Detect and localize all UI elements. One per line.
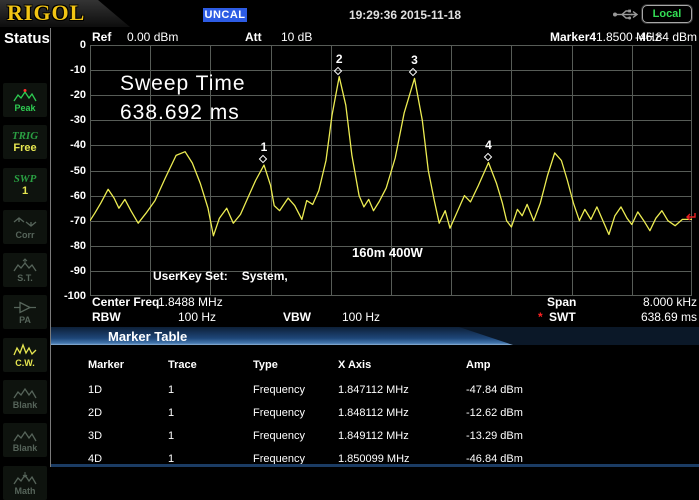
- y-axis-tick: -60: [50, 190, 86, 202]
- marker-3-number: 3: [407, 53, 421, 67]
- vbw-value: 100 Hz: [342, 310, 380, 324]
- y-axis-tick: -50: [50, 165, 86, 177]
- sweep-time-overlay-title: Sweep Time: [120, 72, 246, 96]
- marker-readout-label: Marker4: [550, 30, 596, 44]
- attenuation-value: 10 dB: [281, 30, 312, 44]
- y-axis-tick: -100: [50, 290, 86, 302]
- table-row-cell: 1.847112 MHz: [338, 384, 409, 396]
- swt-uncal-flag: *: [538, 310, 543, 324]
- table-row-cell: Frequency: [253, 384, 305, 396]
- column-header-xaxis: X Axis: [338, 359, 371, 371]
- sidebar-header: Status: [4, 30, 50, 47]
- ref-level-value: 0.00 dBm: [127, 30, 178, 44]
- sidebar-item-st[interactable]: S.T.: [3, 253, 47, 287]
- trace-end-marker: [686, 212, 696, 221]
- swt-value: 638.69 ms: [641, 310, 697, 324]
- math-waveform-icon: [13, 471, 37, 486]
- table-row-cell: 3D: [88, 430, 102, 442]
- usb-icon: [612, 8, 638, 21]
- sidebar-item-trig[interactable]: TRIG Free: [3, 125, 47, 159]
- clock-display: 19:29:36 2015-11-18: [340, 8, 470, 22]
- y-axis-tick: -40: [50, 139, 86, 151]
- sidebar-item-blank-1[interactable]: Blank: [3, 380, 47, 414]
- rigol-logo: RIGOL: [7, 0, 85, 26]
- sidebar-item-blank-2[interactable]: Blank: [3, 423, 47, 457]
- y-axis-tick: 0: [50, 39, 86, 51]
- marker-2-number: 2: [332, 52, 346, 66]
- marker-table-title: Marker Table: [108, 329, 187, 344]
- waveform-icon: [13, 385, 37, 400]
- column-header-amp: Amp: [466, 359, 490, 371]
- correction-icon: [13, 215, 37, 230]
- preamp-icon: [13, 300, 37, 315]
- analyzer-screen: RIGOL UNCAL 19:29:36 2015-11-18 Local St…: [0, 0, 699, 467]
- column-header-marker: Marker: [88, 359, 124, 371]
- table-row-cell: -13.29 dBm: [466, 430, 523, 442]
- y-axis-tick: -70: [50, 215, 86, 227]
- marker-4-number: 4: [482, 138, 496, 152]
- y-axis-tick: -10: [50, 64, 86, 76]
- rbw-label: RBW: [92, 310, 121, 324]
- table-row-cell: 2D: [88, 407, 102, 419]
- sidebar-item-corr[interactable]: Corr: [3, 210, 47, 244]
- waveform-icon: [13, 428, 37, 443]
- attenuation-label: Att: [245, 30, 262, 44]
- peak-waveform-icon: [13, 88, 37, 103]
- table-row-cell: 1D: [88, 384, 102, 396]
- marker-readout-amplitude: -46.84 dBm: [635, 30, 697, 44]
- sidebar-item-swp[interactable]: SWP 1: [3, 168, 47, 202]
- status-sidebar: Status Peak TRIG Free SWP 1 Corr: [0, 28, 50, 467]
- center-freq-value: 1.8488 MHz: [158, 295, 223, 309]
- userkey-message: UserKey Set: System,: [153, 269, 288, 283]
- y-axis-tick: -20: [50, 89, 86, 101]
- uncal-badge: UNCAL: [203, 8, 247, 22]
- ref-level-label: Ref: [92, 30, 111, 44]
- span-label: Span: [547, 295, 576, 309]
- table-row-cell: 1.849112 MHz: [338, 430, 409, 442]
- sidebar-item-pa[interactable]: PA: [3, 295, 47, 329]
- band-power-label: 160m 400W: [352, 245, 423, 260]
- marker-1-number: 1: [257, 140, 271, 154]
- local-badge[interactable]: Local: [642, 5, 692, 23]
- userkey-label: UserKey Set:: [153, 269, 228, 283]
- top-bar: RIGOL UNCAL 19:29:36 2015-11-18 Local: [0, 0, 699, 28]
- sidebar-item-peak[interactable]: Peak: [3, 83, 47, 117]
- y-axis-tick: -80: [50, 240, 86, 252]
- y-axis-tick: -30: [50, 114, 86, 126]
- table-row-cell: -12.62 dBm: [466, 407, 523, 419]
- table-row-cell: 1.848112 MHz: [338, 407, 409, 419]
- sweep-trace-icon: [13, 258, 37, 273]
- table-row-cell: 1: [168, 430, 174, 442]
- span-value: 8.000 kHz: [643, 295, 697, 309]
- y-axis-tick: -90: [50, 265, 86, 277]
- table-row-cell: Frequency: [253, 407, 305, 419]
- center-freq-label: Center Freq: [92, 295, 159, 309]
- swt-label: SWT: [549, 310, 576, 324]
- vbw-label: VBW: [283, 310, 311, 324]
- column-header-type: Type: [253, 359, 278, 371]
- rbw-value: 100 Hz: [178, 310, 216, 324]
- table-row-cell: 1: [168, 407, 174, 419]
- marker-table-header-bar: Marker Table: [51, 327, 699, 345]
- column-header-trace: Trace: [168, 359, 197, 371]
- sweep-time-overlay-value: 638.692 ms: [120, 101, 240, 125]
- table-row-cell: Frequency: [253, 430, 305, 442]
- table-row-cell: 1: [168, 384, 174, 396]
- userkey-value: System,: [242, 269, 288, 283]
- table-row-cell: -47.84 dBm: [466, 384, 523, 396]
- sidebar-item-cw[interactable]: C.W.: [3, 338, 47, 372]
- cw-waveform-icon: [13, 343, 37, 358]
- sidebar-item-math[interactable]: Math: [3, 466, 47, 500]
